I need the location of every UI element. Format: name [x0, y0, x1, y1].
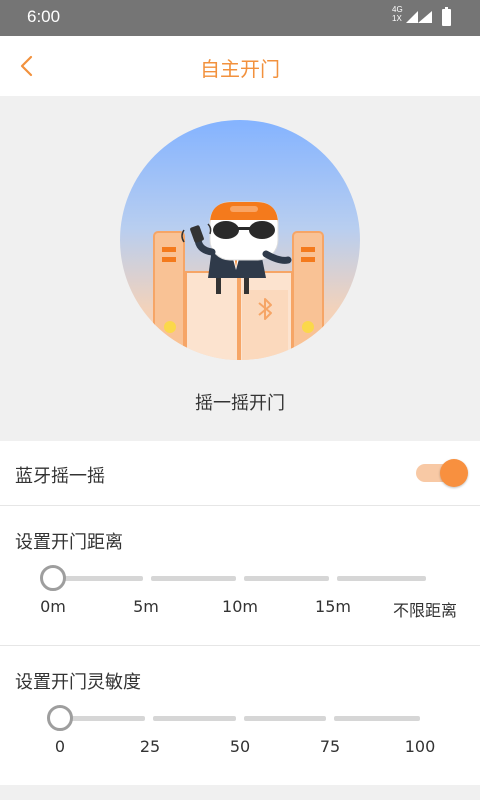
distance-track-segment-1 [53, 576, 143, 581]
distance-tick-0[interactable]: 0m [13, 597, 93, 616]
shake-illustration [120, 120, 360, 360]
sensitivity-tick-4[interactable]: 100 [380, 737, 460, 756]
distance-track-segment-3 [244, 576, 329, 581]
bluetooth-shake-toggle[interactable] [416, 459, 468, 487]
battery-icon [442, 7, 451, 26]
sensitivity-track-segment-3 [244, 716, 326, 721]
distance-tick-4[interactable]: 不限距离 [385, 597, 465, 621]
network-type: 4G 1X [392, 5, 403, 23]
network-type-bottom: 1X [392, 14, 402, 23]
sensitivity-section: 设置开门灵敏度 0 25 50 75 100 [0, 646, 480, 785]
title-bar: 自主开门 [0, 36, 480, 96]
distance-tick-2[interactable]: 10m [200, 597, 280, 616]
distance-track-segment-2 [151, 576, 236, 581]
signal-icon-2 [418, 11, 432, 23]
network-type-top: 4G [392, 5, 403, 14]
bluetooth-shake-label: 蓝牙摇一摇 [15, 466, 105, 487]
signal-icon [406, 11, 418, 23]
distance-tick-1[interactable]: 5m [106, 597, 186, 616]
distance-tick-3[interactable]: 15m [293, 597, 373, 616]
sensitivity-tick-2[interactable]: 50 [200, 737, 280, 756]
distance-track-segment-4 [337, 576, 426, 581]
status-time: 6:00 [27, 7, 61, 26]
status-bar: 6:00 4G 1X [0, 0, 480, 36]
distance-title: 设置开门距离 [15, 532, 123, 553]
page-title: 自主开门 [200, 57, 280, 81]
sensitivity-track-segment-2 [153, 716, 236, 721]
sensitivity-slider-thumb[interactable] [47, 705, 73, 731]
distance-section: 设置开门距离 0m 5m 10m 15m 不限距离 [0, 506, 480, 646]
sensitivity-tick-0[interactable]: 0 [20, 737, 100, 756]
bottom-spacer [0, 785, 480, 800]
sensitivity-tick-3[interactable]: 75 [290, 737, 370, 756]
sensitivity-track-segment-4 [334, 716, 420, 721]
hero-caption: 摇一摇开门 [195, 393, 285, 414]
distance-slider-thumb[interactable] [40, 565, 66, 591]
toggle-knob [440, 459, 468, 487]
sensitivity-tick-1[interactable]: 25 [110, 737, 190, 756]
bluetooth-shake-row: 蓝牙摇一摇 [0, 441, 480, 506]
hero-section: 摇一摇开门 [0, 96, 480, 441]
mascot-illustration [153, 201, 324, 360]
sensitivity-title: 设置开门灵敏度 [15, 672, 141, 693]
